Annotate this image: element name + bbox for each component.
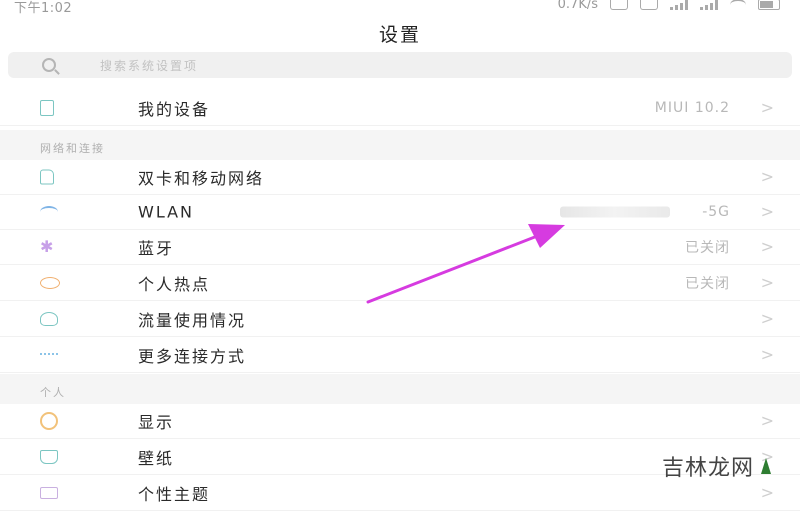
arrow-shaft (366, 231, 547, 304)
watermark-logo-icon (761, 458, 772, 474)
watermark: 吉林龙网 (662, 450, 774, 482)
annotation-arrow (366, 224, 565, 304)
watermark-text: 吉林龙网 (662, 456, 755, 481)
